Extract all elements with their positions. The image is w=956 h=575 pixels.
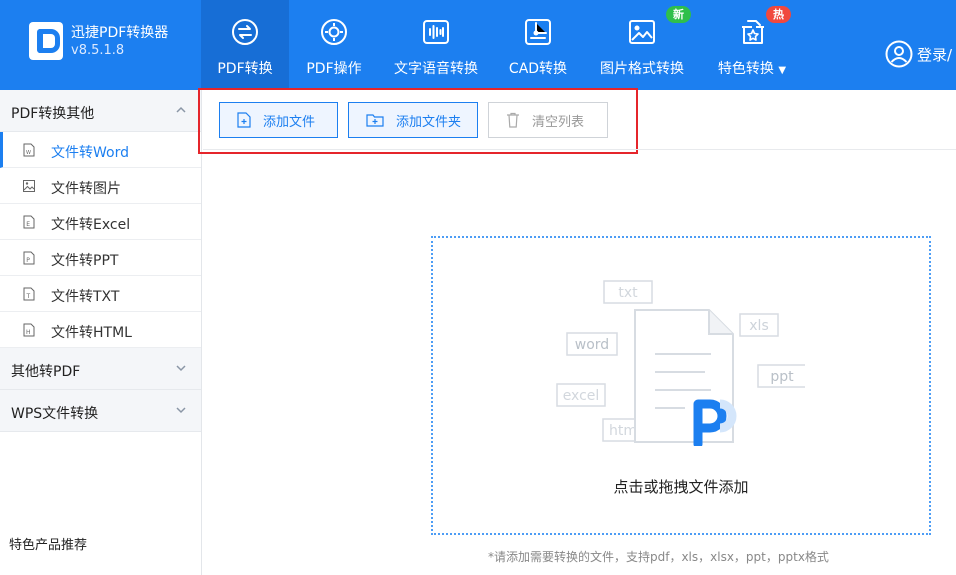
featured-star-icon (742, 20, 764, 44)
sidebar-group-label: WPS文件转换 (11, 406, 99, 422)
cad-icon (525, 19, 551, 45)
sidebar-item-label: 文件转PPT (51, 253, 119, 269)
top-bar: 迅捷PDF转换器 v8.5.1.8 PDF转换 PDF操作 文字语音转换 CAD… (0, 0, 956, 90)
add-file-button[interactable]: 添加文件 (219, 102, 338, 138)
sidebar-item-label: 文件转HTML (51, 325, 132, 341)
sidebar-group-label: PDF转换其他 (11, 106, 95, 122)
nav-tab-pdf-convert[interactable]: PDF转换 (201, 0, 289, 90)
sidebar-group-pdf-to-other[interactable]: PDF转换其他 (0, 90, 201, 132)
chevron-down-icon (176, 365, 186, 372)
trash-icon (507, 112, 519, 128)
sidebar-item-to-ppt[interactable]: P 文件转PPT (0, 240, 201, 276)
login-label: 登录/ (917, 45, 953, 64)
image-icon (629, 20, 655, 44)
nav-tab-cad[interactable]: CAD转换 (500, 0, 576, 90)
svg-text:E: E (26, 221, 30, 228)
sidebar-item-label: 文件转TXT (51, 289, 120, 305)
sidebar-item-to-image[interactable]: 文件转图片 (0, 168, 201, 204)
sidebar-item-label: 文件转Excel (51, 217, 131, 233)
nav-tab-label: 文字语音转换 (394, 61, 478, 77)
add-folder-icon (366, 114, 384, 127)
caret-down-icon: ▼ (778, 65, 787, 76)
xls-tag: xls (749, 318, 768, 334)
add-file-icon (237, 112, 251, 128)
sidebar-item-to-txt[interactable]: T 文件转TXT (0, 276, 201, 312)
nav-tab-label: 图片格式转换 (600, 61, 684, 77)
svg-text:T: T (26, 293, 31, 300)
sidebar-item-label: 文件转Word (51, 145, 129, 161)
featured-products-link[interactable]: 特色产品推荐 (9, 534, 87, 553)
image-doc-icon (23, 180, 35, 192)
ppt-doc-icon: P (23, 251, 35, 265)
svg-text:P: P (26, 257, 30, 264)
txt-tag: txt (618, 285, 638, 301)
nav-tab-label: PDF转换 (217, 61, 273, 77)
sidebar-group-label: 其他转PDF (11, 364, 81, 380)
sidebar-item-to-excel[interactable]: E 文件转Excel (0, 204, 201, 240)
audio-wave-icon (423, 20, 449, 44)
sidebar: PDF转换其他 W 文件转Word 文件转图片 E 文件转Excel P 文件转… (0, 90, 202, 575)
new-badge: 新 (666, 6, 691, 23)
txt-doc-icon: T (23, 287, 35, 301)
sidebar-item-to-html[interactable]: H 文件转HTML (0, 312, 201, 348)
nav-tab-label: 特色转换 ▼ (717, 61, 787, 77)
app-name: 迅捷PDF转换器 (71, 25, 169, 41)
svg-text:H: H (26, 329, 31, 336)
convert-icon (232, 19, 258, 45)
ppt-tag: ppt (770, 369, 794, 385)
clear-list-label: 清空列表 (532, 114, 585, 130)
nav-tab-text-speech[interactable]: 文字语音转换 (385, 0, 487, 90)
chevron-down-icon (176, 407, 186, 414)
sidebar-group-other-to-pdf[interactable]: 其他转PDF (0, 348, 201, 390)
nav-tab-pdf-operate[interactable]: PDF操作 (291, 0, 377, 90)
login-button[interactable]: 登录/ (885, 40, 952, 68)
drop-zone-text: 点击或拖拽文件添加 (613, 478, 749, 496)
html-doc-icon: H (23, 323, 35, 337)
sidebar-item-label: 文件转图片 (51, 181, 121, 197)
file-formats-illustration: txt word xls ppt excel html (556, 280, 805, 446)
nav-tab-label: PDF操作 (306, 61, 362, 77)
chevron-up-icon (176, 106, 186, 113)
file-drop-zone[interactable]: txt word xls ppt excel html 点击或拖拽文件添加 (431, 236, 931, 535)
add-file-label: 添加文件 (263, 114, 316, 130)
app-version: v8.5.1.8 (71, 43, 125, 58)
svg-text:W: W (26, 150, 31, 156)
clear-list-button[interactable]: 清空列表 (488, 102, 608, 138)
supported-formats-hint: *请添加需要转换的文件，支持pdf，xls，xlsx，ppt，pptx格式 (488, 550, 829, 564)
gear-icon (321, 19, 347, 45)
excel-tag: excel (563, 388, 600, 404)
word-doc-icon: W (23, 143, 35, 157)
app-logo-icon (29, 22, 63, 60)
excel-doc-icon: E (23, 215, 35, 229)
add-folder-label: 添加文件夹 (396, 114, 462, 130)
user-icon (885, 40, 913, 68)
hot-badge: 热 (766, 6, 791, 23)
add-folder-button[interactable]: 添加文件夹 (348, 102, 478, 138)
sidebar-item-to-word[interactable]: W 文件转Word (0, 132, 201, 168)
word-tag: word (575, 337, 609, 353)
sidebar-group-wps[interactable]: WPS文件转换 (0, 390, 201, 432)
toolbar-divider (203, 149, 956, 150)
nav-tab-label: CAD转换 (508, 61, 568, 77)
